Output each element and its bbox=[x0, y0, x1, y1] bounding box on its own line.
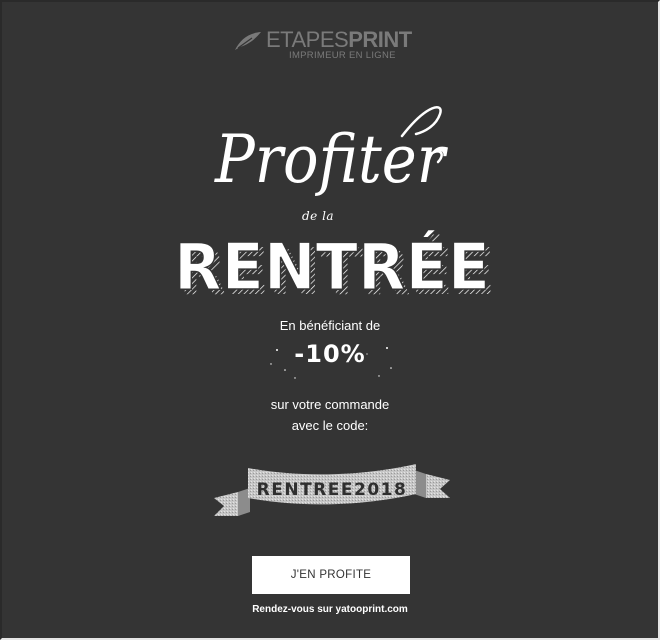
feather-icon bbox=[235, 32, 261, 50]
footer-link[interactable]: Rendez-vous sur yatooprint.com bbox=[2, 604, 658, 615]
promo-code: RENTREE2018 bbox=[256, 480, 408, 500]
offer-intro: En bénéficiant de bbox=[279, 318, 381, 333]
svg-text:RENTRÉE: RENTRÉE bbox=[174, 229, 490, 305]
brand-tagline: IMPRIMEUR EN LIGNE bbox=[289, 50, 396, 61]
brand-logo[interactable]: ETAPESPRINT IMPRIMEUR EN LIGNE bbox=[234, 26, 434, 66]
headline-rentree: RENTRÉE RENTRÉE bbox=[173, 228, 495, 308]
headline-script-text: Profiter bbox=[214, 121, 448, 198]
headline-script: Profiter bbox=[214, 106, 448, 198]
discount-value: -10% bbox=[294, 340, 366, 368]
email-banner: ETAPESPRINT IMPRIMEUR EN LIGNE Profiter … bbox=[0, 0, 660, 640]
offer-order-text: sur votre commande bbox=[270, 397, 390, 412]
headline-connector: de la bbox=[302, 209, 335, 223]
cta-button[interactable]: J'EN PROFITE bbox=[252, 556, 410, 594]
offer-code-label: avec le code: bbox=[291, 418, 369, 433]
